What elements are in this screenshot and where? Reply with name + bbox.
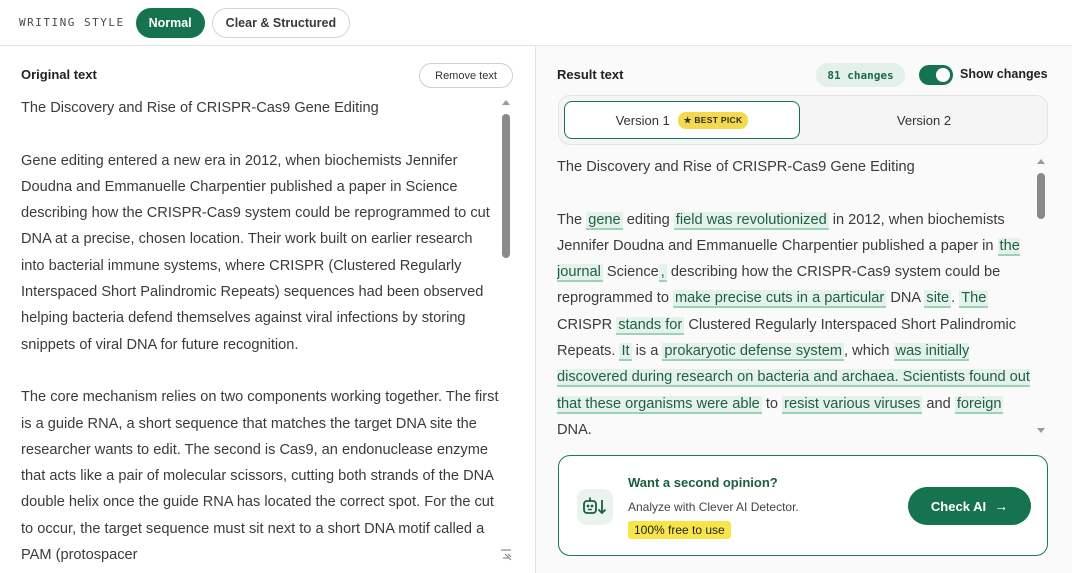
style-clear-structured-button[interactable]: Clear & Structured: [211, 7, 351, 38]
unchanged-text: .: [951, 290, 960, 307]
changed-phrase[interactable]: site: [924, 290, 952, 309]
original-text-panel: Original text Remove text The Discovery …: [0, 46, 536, 573]
check-ai-label: Check AI: [930, 498, 987, 514]
unchanged-text: DNA: [886, 290, 925, 307]
resize-handle-icon[interactable]: [500, 549, 512, 561]
check-ai-button[interactable]: Check AI →: [908, 487, 1031, 525]
tab-version-1[interactable]: Version 1 ★ BEST PICK: [564, 101, 800, 139]
result-text-output: The Discovery and Rise of CRISPR-Cas9 Ge…: [557, 154, 1037, 444]
changes-count-badge: 81 changes: [816, 63, 905, 87]
show-changes-label: Show changes: [960, 67, 1048, 81]
changed-phrase[interactable]: It: [619, 343, 632, 362]
unchanged-text: is a: [631, 343, 663, 360]
style-normal-button[interactable]: Normal: [135, 7, 205, 38]
remove-text-button[interactable]: Remove text: [419, 63, 513, 88]
unchanged-text: The: [557, 211, 587, 228]
changed-phrase[interactable]: ,: [658, 264, 667, 283]
writing-style-label: WRITING STYLE: [19, 16, 125, 29]
robot-download-icon: [577, 489, 613, 525]
changed-phrase[interactable]: field was revolutionized: [673, 211, 829, 230]
result-text-title: Result text: [557, 67, 624, 82]
original-text-title: Original text: [21, 67, 97, 82]
result-scroll-down-arrow-icon[interactable]: [1037, 428, 1045, 433]
best-pick-badge: ★ BEST PICK: [677, 111, 749, 129]
version-selector: Version 1 ★ BEST PICK Version 2: [558, 95, 1048, 145]
unchanged-text: editing: [622, 211, 674, 228]
unchanged-text: DNA.: [557, 421, 592, 438]
unchanged-text: and: [922, 395, 955, 412]
arrow-right-icon: →: [994, 498, 1009, 514]
changed-phrase[interactable]: gene: [586, 211, 623, 230]
result-scroll-up-arrow-icon[interactable]: [1037, 159, 1045, 164]
version-2-label: Version 2: [896, 112, 952, 128]
changed-phrase[interactable]: prokaryotic defense system: [662, 343, 845, 362]
original-paragraph: The core mechanism relies on two compone…: [21, 389, 499, 564]
tab-version-2[interactable]: Version 2: [806, 101, 1042, 139]
changed-phrase[interactable]: stands for: [616, 316, 685, 335]
toggle-knob: [936, 68, 950, 82]
original-scrollbar-thumb[interactable]: [502, 114, 510, 258]
changed-phrase[interactable]: make precise cuts in a particular: [673, 290, 887, 309]
changed-phrase[interactable]: resist various viruses: [782, 395, 923, 414]
original-heading: The Discovery and Rise of CRISPR-Cas9 Ge…: [21, 100, 379, 116]
original-text-input[interactable]: The Discovery and Rise of CRISPR-Cas9 Ge…: [21, 95, 499, 565]
show-changes-toggle[interactable]: [919, 65, 953, 85]
original-paragraph: Gene editing entered a new era in 2012, …: [21, 152, 490, 353]
promo-title: Want a second opinion?: [628, 475, 778, 490]
unchanged-text: , which: [844, 343, 894, 360]
second-opinion-card: Want a second opinion? Analyze with Clev…: [558, 455, 1048, 556]
result-heading: The Discovery and Rise of CRISPR-Cas9 Ge…: [557, 159, 915, 175]
unchanged-text: CRISPR: [557, 316, 617, 333]
promo-subtitle: Analyze with Clever AI Detector.: [628, 500, 799, 514]
version-1-label: Version 1: [615, 112, 670, 128]
result-paragraph: The gene editing field was revolutionize…: [557, 207, 1037, 444]
free-badge: 100% free to use: [628, 521, 731, 539]
changed-phrase[interactable]: foreign: [954, 395, 1004, 414]
unchanged-text: to: [761, 395, 783, 412]
result-text-panel: Result text 81 changes Show changes Vers…: [536, 46, 1072, 573]
changed-phrase[interactable]: The: [959, 290, 989, 309]
writing-style-bar: WRITING STYLE Normal Clear & Structured: [0, 0, 1072, 46]
result-scrollbar-thumb[interactable]: [1037, 173, 1045, 219]
scroll-up-arrow-icon[interactable]: [502, 100, 510, 105]
unchanged-text: Science: [602, 264, 659, 281]
